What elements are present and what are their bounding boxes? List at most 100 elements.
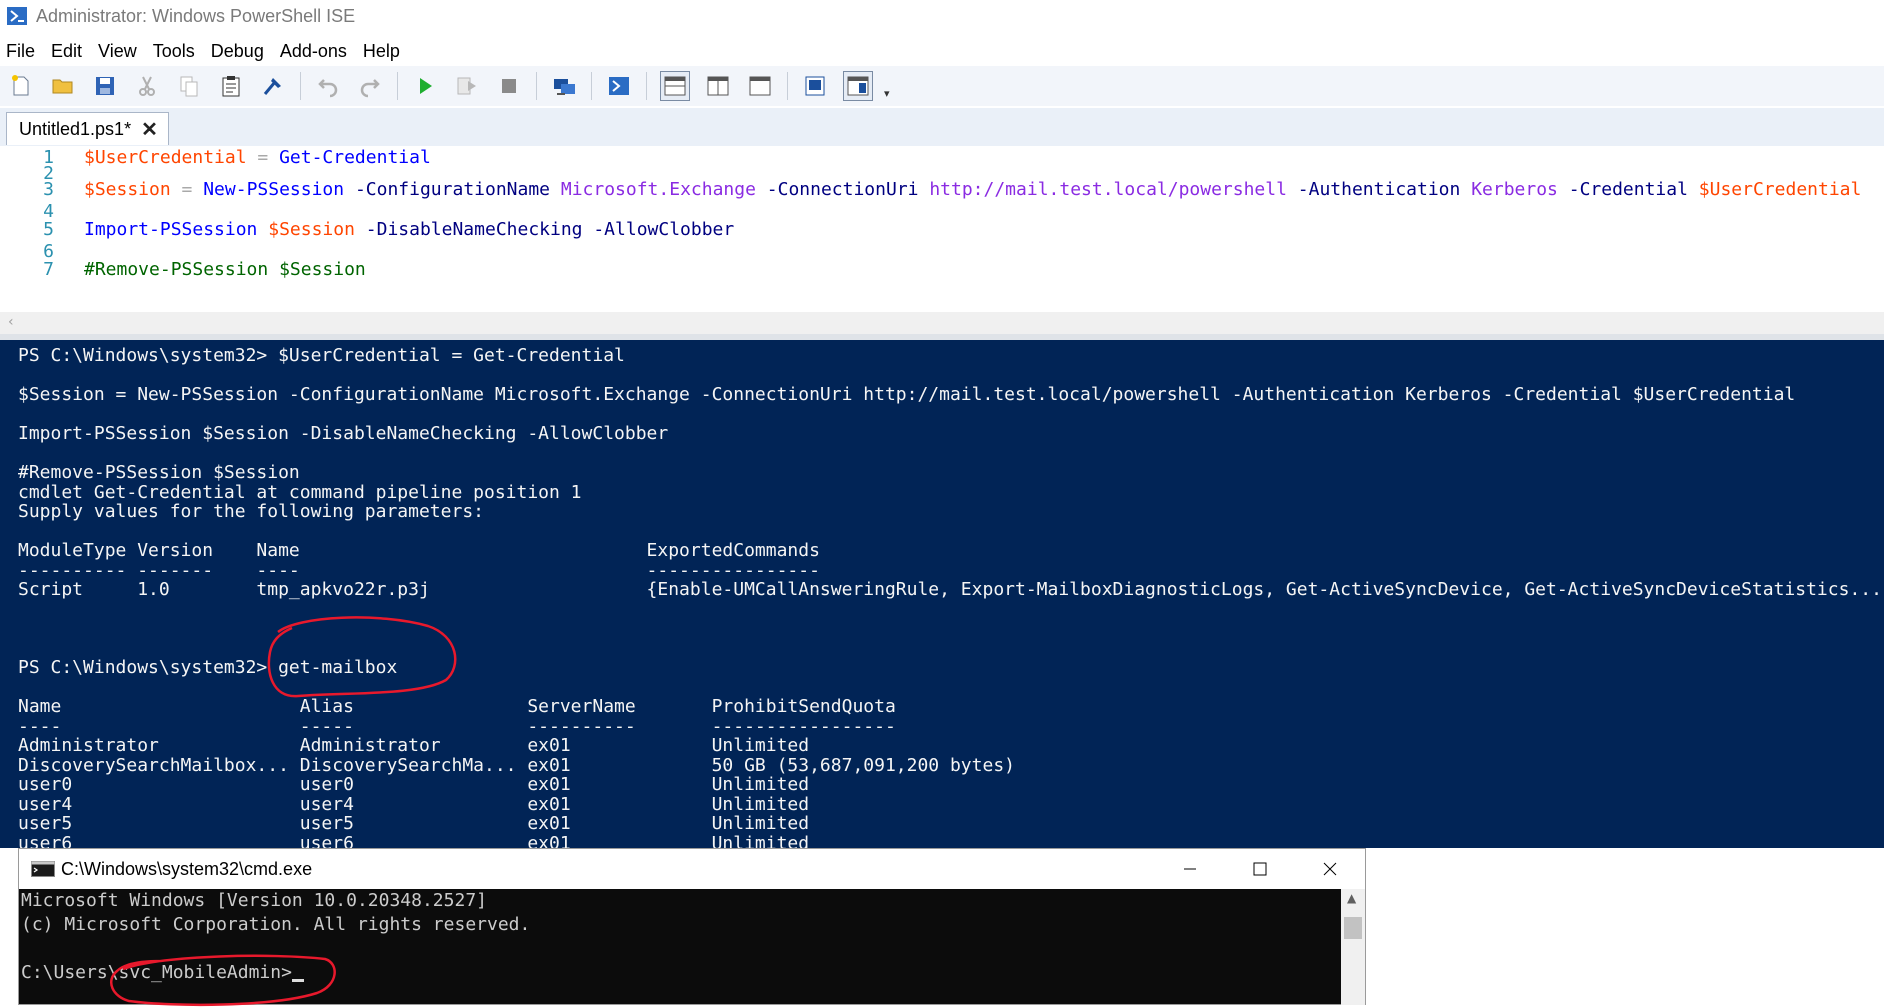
console-line: Import-PSSession $Session -DisableNameCh… [18, 423, 669, 444]
console-line: Name Alias ServerName ProhibitSendQuota [18, 696, 896, 717]
toolbar-separator [536, 72, 537, 100]
editor-line: 6 [0, 242, 84, 262]
toolbar-separator [300, 72, 301, 100]
code-token: = [170, 179, 204, 200]
close-icon [1323, 862, 1337, 876]
code-token: $Session [84, 179, 171, 200]
scrollbar-thumb[interactable] [1344, 917, 1362, 939]
toolbar-overflow-icon[interactable]: ▾ [884, 87, 890, 100]
console-line: Script 1.0 tmp_apkvo22r.p3j {Enable-UMCa… [18, 579, 1882, 600]
show-command-window-icon[interactable] [801, 72, 829, 100]
powershell-ise-icon [7, 7, 27, 25]
clear-console-icon[interactable] [259, 72, 287, 100]
tab-untitled1[interactable]: Untitled1.ps1* ✕ [6, 112, 169, 145]
cmd-app-icon [31, 861, 55, 877]
code-token: #Remove-PSSession $Session [84, 259, 366, 280]
close-icon[interactable]: ✕ [141, 117, 158, 142]
console-line: PS C:\Windows\system32> $UserCredential … [18, 345, 625, 366]
console-line: ModuleType Version Name ExportedCommands [18, 540, 820, 561]
code-token: -Credential [1557, 179, 1699, 200]
show-command-addon-icon[interactable] [843, 71, 873, 101]
paste-icon[interactable] [217, 72, 245, 100]
console-line: DiscoverySearchMailbox... DiscoverySearc… [18, 755, 1015, 776]
cmd-title-bar[interactable]: C:\Windows\system32\cmd.exe [19, 849, 1365, 889]
cmd-window-title: C:\Windows\system32\cmd.exe [61, 858, 313, 879]
cut-icon[interactable] [133, 72, 161, 100]
editor-horizontal-scrollbar[interactable]: ‹ [0, 312, 1884, 335]
toolbar-separator [646, 72, 647, 100]
stop-icon[interactable] [495, 72, 523, 100]
code-token: Get-Credential [279, 147, 431, 168]
code-token: $Session [268, 219, 355, 240]
run-script-icon[interactable] [411, 72, 439, 100]
cmd-window[interactable]: C:\Windows\system32\cmd.exe Microsoft Wi… [18, 848, 1366, 1007]
code-token: Microsoft.Exchange [560, 179, 756, 200]
console-line: user4 user4 ex01 Unlimited [18, 794, 810, 815]
window-title: Administrator: Windows PowerShell ISE [36, 5, 356, 26]
run-selection-icon[interactable] [453, 72, 481, 100]
menu-help[interactable]: Help [357, 41, 410, 62]
show-script-right-icon[interactable] [704, 72, 732, 100]
editor-line: 7 #Remove-PSSession $Session [0, 260, 366, 280]
show-script-max-icon[interactable] [746, 72, 774, 100]
code-token: Kerberos [1471, 179, 1558, 200]
code-token: -DisableNameChecking -AllowClobber [354, 219, 735, 240]
cmd-console[interactable]: Microsoft Windows [Version 10.0.20348.25… [19, 889, 1341, 1007]
console-pane[interactable]: PS C:\Windows\system32> $UserCredential … [0, 340, 1884, 848]
line-number: 3 [43, 179, 54, 200]
code-token: = [246, 147, 280, 168]
editor-line: 4 [0, 202, 84, 222]
console-line: $Session = New-PSSession -ConfigurationN… [18, 384, 1796, 405]
script-tab-strip: Untitled1.ps1* ✕ [0, 108, 1884, 148]
open-folder-icon[interactable] [49, 72, 77, 100]
menu-file[interactable]: File [0, 41, 45, 62]
menu-bar: File Edit View Tools Debug Add-ons Help [0, 38, 410, 64]
new-remote-tab-icon[interactable] [550, 72, 578, 100]
cmd-line: (c) Microsoft Corporation. All rights re… [21, 914, 531, 935]
cmd-prompt-line: C:\Users\svc_MobileAdmin> [21, 962, 304, 984]
undo-icon[interactable] [314, 72, 342, 100]
scroll-left-icon[interactable]: ‹ [8, 314, 14, 330]
new-file-icon[interactable] [7, 72, 35, 100]
code-token: -ConfigurationName [344, 179, 561, 200]
cmd-line: Microsoft Windows [Version 10.0.20348.25… [21, 890, 487, 911]
copy-icon[interactable] [175, 72, 203, 100]
toolbar-separator [397, 72, 398, 100]
show-script-top-icon[interactable] [660, 71, 690, 101]
toolbar-separator [591, 72, 592, 100]
line-number: 4 [43, 201, 54, 222]
menu-edit[interactable]: Edit [45, 41, 92, 62]
menu-debug[interactable]: Debug [205, 41, 274, 62]
save-icon[interactable] [91, 72, 119, 100]
editor-line: 3 $Session = New-PSSession -Configuration… [0, 180, 1861, 200]
menu-add-ons[interactable]: Add-ons [274, 41, 357, 62]
console-line: ---- ----- ---------- ----------------- [18, 716, 896, 737]
close-window-button[interactable] [1295, 849, 1365, 889]
console-line: user6 user6 ex01 Unlimited [18, 833, 810, 849]
cmd-vertical-scrollbar[interactable]: ▲ [1341, 889, 1365, 1005]
redo-icon[interactable] [356, 72, 384, 100]
minimize-button[interactable] [1155, 849, 1225, 889]
tab-label: Untitled1.ps1* [19, 118, 132, 139]
line-number: 5 [43, 219, 54, 240]
line-number: 7 [43, 259, 54, 280]
console-line: PS C:\Windows\system32> get-mailbox [18, 657, 398, 678]
toolbar-separator [787, 72, 788, 100]
editor-line: 5 Import-PSSession $Session -DisableNameC… [0, 220, 734, 240]
maximize-button[interactable] [1225, 849, 1295, 889]
window-title-bar: Administrator: Windows PowerShell ISE [0, 0, 1884, 32]
code-token: $UserCredential [84, 147, 247, 168]
console-line: #Remove-PSSession $Session [18, 462, 300, 483]
menu-tools[interactable]: Tools [147, 41, 205, 62]
scroll-up-icon[interactable]: ▲ [1347, 891, 1356, 905]
toolbar: ▾ [0, 66, 1884, 106]
menu-view[interactable]: View [92, 41, 147, 62]
code-token: $UserCredential [1698, 179, 1862, 200]
script-editor[interactable]: 1 $UserCredential = Get-Credential 2 3 $Se… [0, 146, 1884, 312]
console-line: Supply values for the following paramete… [18, 501, 484, 522]
code-token: New-PSSession [203, 179, 345, 200]
code-token: Import-PSSession [84, 219, 258, 240]
start-powershell-icon[interactable] [605, 72, 633, 100]
maximize-icon [1253, 862, 1267, 876]
